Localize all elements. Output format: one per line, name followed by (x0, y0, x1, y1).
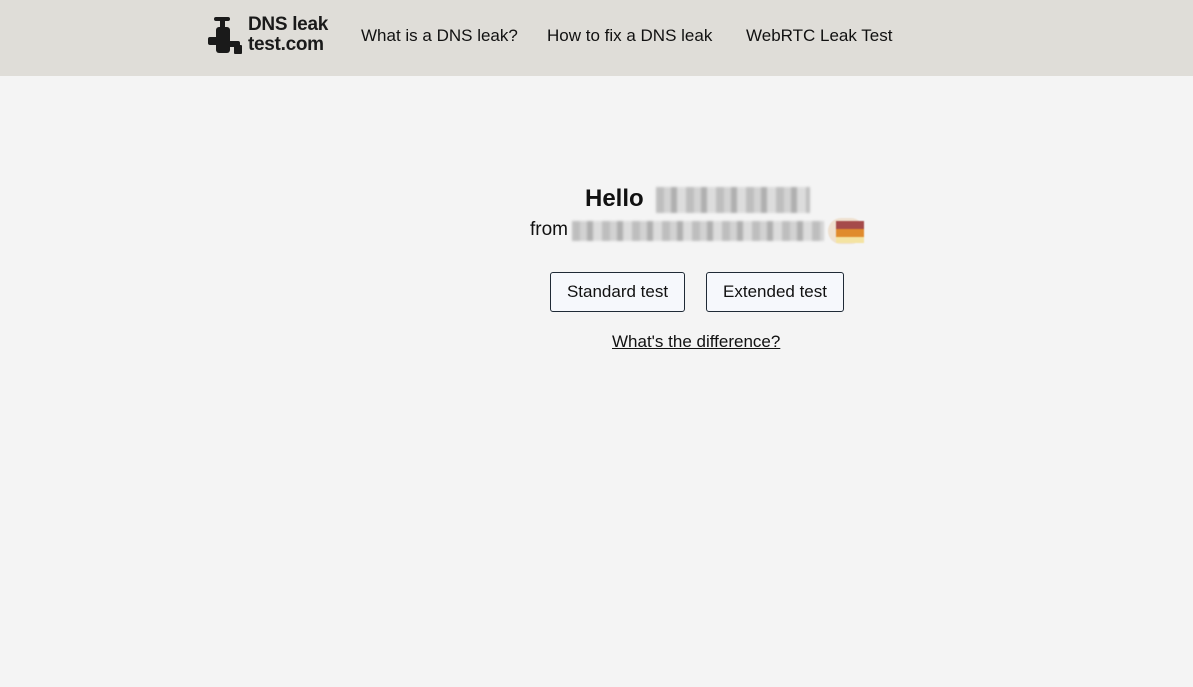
nav-what-is-dns-leak[interactable]: What is a DNS leak? (361, 26, 518, 46)
redacted-location (572, 221, 824, 241)
greeting: Hello (585, 185, 644, 212)
tap-icon (208, 17, 242, 54)
top-navbar: DNS leak test.com What is a DNS leak? Ho… (0, 0, 1193, 76)
site-logo[interactable]: DNS leak test.com (206, 14, 338, 57)
nav-how-to-fix[interactable]: How to fix a DNS leak (547, 26, 712, 46)
logo-text-line2: test.com (248, 34, 324, 55)
difference-link[interactable]: What's the difference? (612, 332, 780, 352)
standard-test-button[interactable]: Standard test (550, 272, 685, 312)
nav-webrtc-test[interactable]: WebRTC Leak Test (746, 26, 892, 46)
country-flag-icon (828, 218, 864, 244)
extended-test-button[interactable]: Extended test (706, 272, 844, 312)
from-label: from (530, 219, 568, 240)
redacted-ip-address (656, 187, 810, 213)
logo-text-line1: DNS leak (248, 14, 328, 35)
